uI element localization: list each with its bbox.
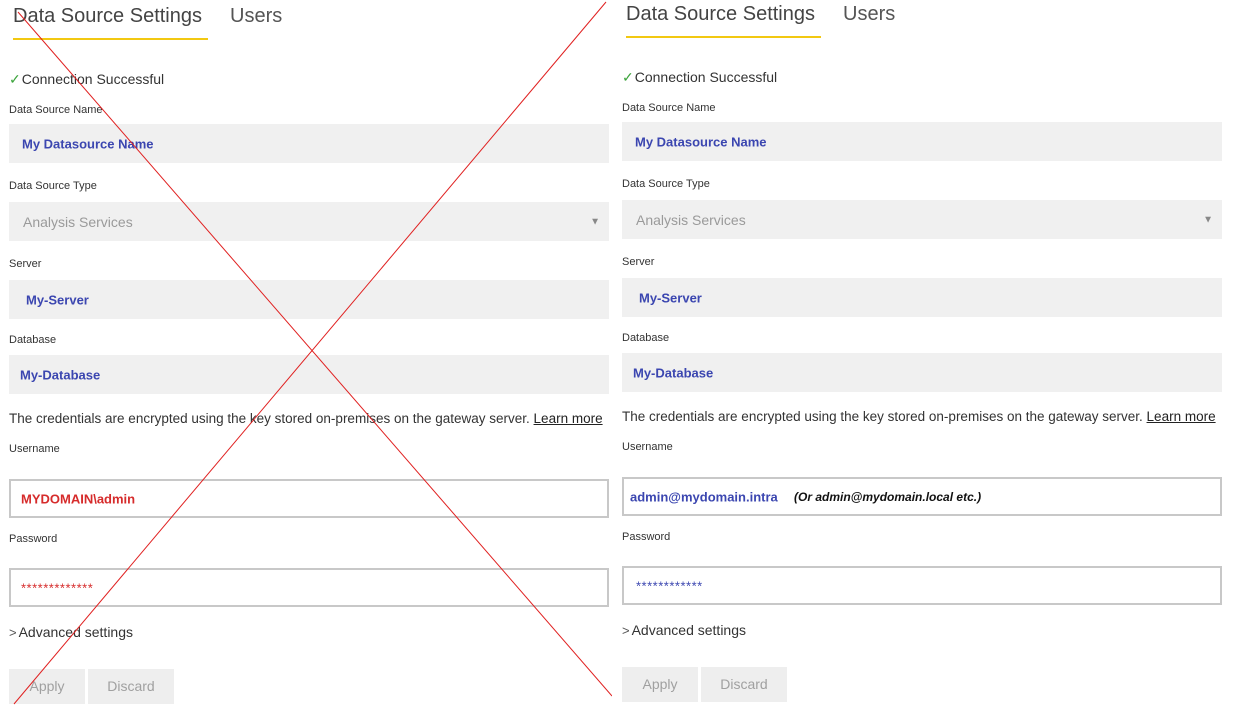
label-database: Database: [622, 332, 670, 344]
apply-button[interactable]: Apply: [622, 667, 698, 702]
chevron-down-icon: ▼: [1203, 214, 1213, 225]
password-input[interactable]: *************: [9, 568, 609, 607]
status-text: Connection Successful: [634, 69, 778, 85]
chevron-right-icon: >: [622, 623, 630, 638]
label-database: Database: [9, 334, 57, 346]
credentials-text: The credentials are encrypted using the …: [9, 411, 530, 426]
credentials-text: The credentials are encrypted using the …: [622, 409, 1143, 424]
discard-button[interactable]: Discard: [88, 669, 174, 704]
advanced-settings-toggle[interactable]: > Advanced settings: [622, 622, 746, 638]
advanced-settings-toggle[interactable]: > Advanced settings: [9, 624, 133, 640]
database-input[interactable]: My-Database: [9, 355, 609, 394]
password-input[interactable]: ************: [622, 566, 1222, 605]
chevron-down-icon: ▼: [590, 216, 600, 227]
username-value: admin@mydomain.intra: [630, 489, 778, 504]
tab-bar: Data Source Settings Users: [622, 3, 1222, 38]
label-datasource-type: Data Source Type: [9, 180, 97, 192]
label-datasource-name: Data Source Name: [622, 102, 716, 114]
check-icon: ✓: [9, 71, 21, 87]
check-icon: ✓: [622, 69, 634, 85]
server-value: My-Server: [639, 290, 702, 305]
datasource-name-value: My Datasource Name: [22, 136, 154, 151]
tab-users[interactable]: Users: [230, 5, 282, 28]
username-value: MYDOMAIN\admin: [21, 491, 136, 506]
connection-status: ✓Connection Successful: [622, 69, 777, 86]
server-value: My-Server: [26, 292, 89, 307]
panel-correct: Data Source Settings Users ✓Connection S…: [613, 0, 1225, 706]
password-value: ************: [636, 578, 703, 593]
label-password: Password: [9, 533, 58, 545]
server-input[interactable]: My-Server: [9, 280, 609, 319]
password-value: *************: [21, 580, 94, 595]
label-server: Server: [622, 256, 655, 268]
datasource-name-value: My Datasource Name: [635, 134, 767, 149]
label-username: Username: [622, 441, 673, 453]
datasource-name-input[interactable]: My Datasource Name: [622, 122, 1222, 161]
advanced-settings-label: Advanced settings: [631, 622, 746, 638]
label-username: Username: [9, 443, 60, 455]
learn-more-link[interactable]: Learn more: [534, 411, 603, 426]
label-password: Password: [622, 531, 671, 543]
tab-users[interactable]: Users: [843, 3, 895, 26]
tab-data-source-settings[interactable]: Data Source Settings: [626, 3, 821, 38]
label-datasource-type: Data Source Type: [622, 178, 710, 190]
tab-data-source-settings[interactable]: Data Source Settings: [13, 5, 208, 40]
label-server: Server: [9, 258, 42, 270]
database-input[interactable]: My-Database: [622, 353, 1222, 392]
discard-button[interactable]: Discard: [701, 667, 787, 702]
username-hint: (Or admin@mydomain.local etc.): [794, 489, 982, 504]
datasource-name-input[interactable]: My Datasource Name: [9, 124, 609, 163]
panel-incorrect: Data Source Settings Users ✓Connection S…: [0, 0, 612, 706]
database-value: My-Database: [20, 367, 101, 382]
credentials-note: The credentials are encrypted using the …: [622, 409, 1225, 424]
datasource-type-select[interactable]: Analysis Services ▼: [9, 202, 609, 241]
learn-more-link[interactable]: Learn more: [1147, 409, 1216, 424]
server-input[interactable]: My-Server: [622, 278, 1222, 317]
label-datasource-name: Data Source Name: [9, 104, 103, 116]
datasource-type-value: Analysis Services: [636, 211, 746, 228]
connection-status: ✓Connection Successful: [9, 71, 164, 88]
username-input[interactable]: admin@mydomain.intra (Or admin@mydomain.…: [622, 477, 1222, 516]
apply-button[interactable]: Apply: [9, 669, 85, 704]
tab-bar: Data Source Settings Users: [9, 5, 609, 40]
datasource-type-value: Analysis Services: [23, 213, 133, 230]
status-text: Connection Successful: [21, 71, 165, 87]
datasource-type-select[interactable]: Analysis Services ▼: [622, 200, 1222, 239]
advanced-settings-label: Advanced settings: [18, 624, 133, 640]
database-value: My-Database: [633, 365, 714, 380]
credentials-note: The credentials are encrypted using the …: [9, 411, 612, 426]
username-input[interactable]: MYDOMAIN\admin: [9, 479, 609, 518]
chevron-right-icon: >: [9, 625, 17, 640]
